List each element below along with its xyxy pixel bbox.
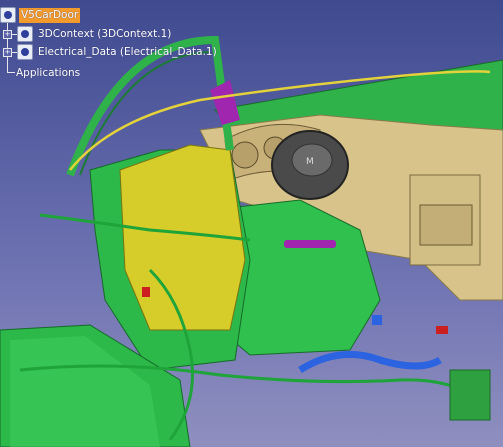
tree-node-label[interactable]: Electrical_Data (Electrical_Data.1) bbox=[36, 45, 219, 60]
tree-node-label[interactable]: 3DContext (3DContext.1) bbox=[36, 27, 173, 42]
tree-root-node[interactable]: V5CarDoor bbox=[0, 7, 81, 23]
product-gears-icon bbox=[0, 7, 16, 23]
expand-plus-icon[interactable]: + bbox=[3, 30, 12, 39]
connector-red-1 bbox=[436, 326, 448, 334]
3d-viewport[interactable]: M V5CarDoor + 3DContext (3DContext.1) + … bbox=[0, 0, 503, 447]
connector-blue-1 bbox=[372, 315, 382, 325]
specification-tree: V5CarDoor + 3DContext (3DContext.1) + El… bbox=[0, 0, 260, 90]
applications-label[interactable]: Applications bbox=[14, 66, 82, 81]
tree-node-3dcontext[interactable]: 3DContext (3DContext.1) bbox=[17, 26, 173, 42]
product-gears-icon bbox=[17, 44, 33, 60]
harness-wire-blue bbox=[298, 350, 442, 373]
product-gears-icon bbox=[17, 26, 33, 42]
svg-text:M: M bbox=[306, 157, 314, 167]
radio-unit bbox=[419, 204, 473, 246]
connector-cluster bbox=[449, 369, 491, 421]
tree-trunk-line bbox=[7, 16, 8, 73]
magenta-bracket bbox=[284, 240, 336, 248]
gauge-left bbox=[231, 141, 259, 169]
expand-plus-icon[interactable]: + bbox=[3, 48, 12, 57]
connector-red-2 bbox=[142, 287, 150, 297]
door-sill-inner bbox=[10, 336, 160, 447]
tree-node-applications[interactable]: Applications bbox=[14, 65, 82, 81]
tree-root-label[interactable]: V5CarDoor bbox=[19, 7, 81, 23]
tree-node-electrical-data[interactable]: Electrical_Data (Electrical_Data.1) bbox=[17, 44, 219, 60]
